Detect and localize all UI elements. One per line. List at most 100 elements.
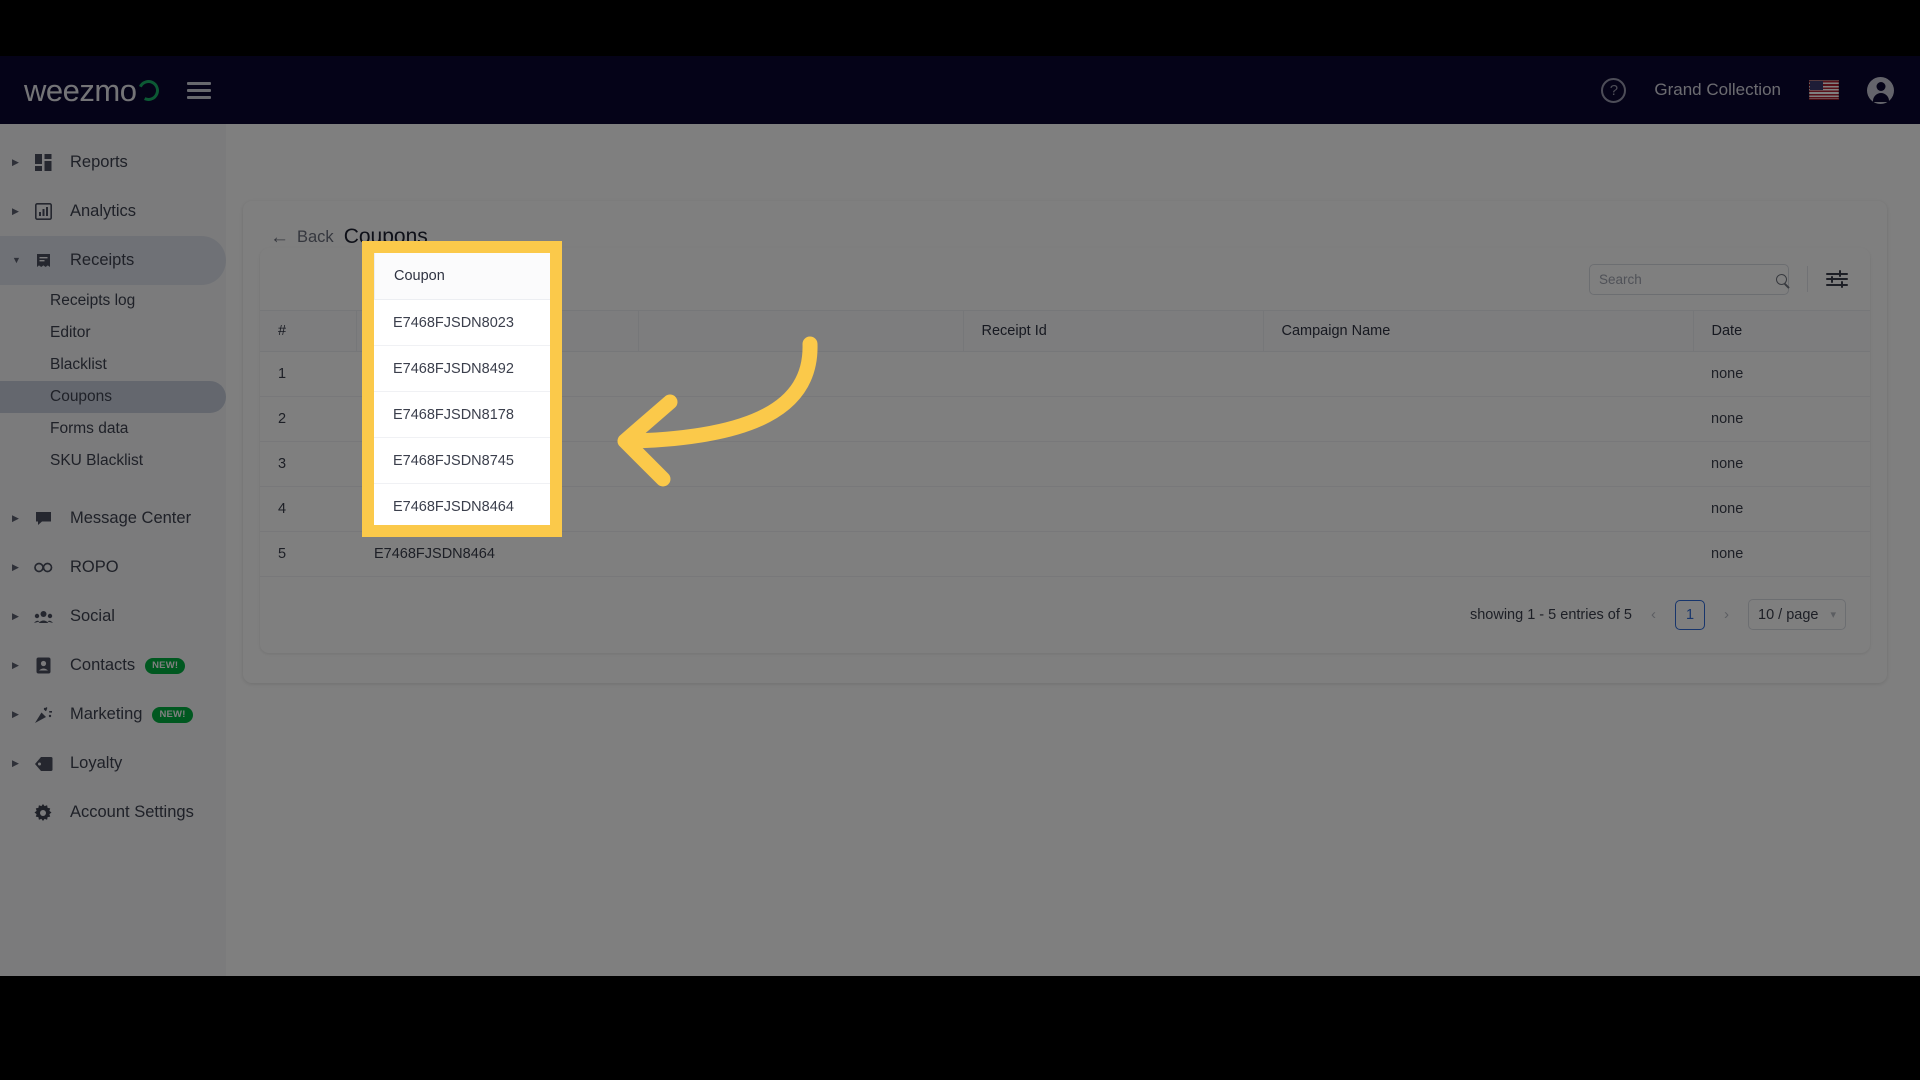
column-header-date[interactable]: Date [1692, 310, 1870, 352]
cell-campaign-name [1263, 486, 1693, 532]
spotlight-coupon-value: E7468FJSDN8464 [393, 499, 514, 515]
us-flag-icon[interactable] [1809, 80, 1839, 100]
help-circle-icon[interactable]: ? [1601, 77, 1627, 103]
cell-campaign-name [1263, 396, 1693, 442]
table-row[interactable]: 5 E7468FJSDN8464 none [260, 531, 1870, 577]
brand-logo-text: weezmo [24, 72, 137, 108]
gear-icon [30, 803, 56, 822]
sidebar-item-loyalty[interactable]: ▶ Loyalty [0, 739, 226, 788]
pagination-next-button[interactable]: › [1722, 606, 1731, 623]
sidebar-item-message-center[interactable]: ▶ Message Center [0, 494, 226, 543]
chevron-right-icon: ▶ [12, 206, 19, 216]
sidebar-subitem-label: Receipts log [50, 292, 136, 309]
arrow-left-icon: ← [270, 227, 289, 248]
sidebar-item-label: Analytics [70, 202, 137, 220]
app-header: weezmo ? Grand Collection [0, 56, 1920, 124]
sidebar-item-label: Contacts [70, 656, 136, 674]
sidebar-subitem-blacklist[interactable]: Blacklist [0, 349, 226, 381]
column-header-index[interactable]: # [260, 310, 356, 352]
search-icon[interactable] [1776, 273, 1787, 285]
spotlight-coupon-value: E7468FJSDN8492 [374, 346, 550, 392]
sidebar-item-analytics[interactable]: ▶ Analytics [0, 187, 226, 236]
new-badge: NEW! [145, 657, 186, 674]
sidebar-subitem-label: Coupons [50, 388, 113, 405]
sidebar-item-label: Receipts [70, 251, 135, 269]
sidebar-item-reports[interactable]: ▶ Reports [0, 138, 226, 187]
chevron-right-icon: ▶ [12, 660, 19, 670]
sidebar-item-label: Account Settings [70, 803, 194, 821]
per-page-label: 10 / page [1758, 606, 1819, 623]
hamburger-icon[interactable] [187, 78, 212, 103]
sidebar-item-label: Message Center [70, 509, 192, 527]
cell-campaign-name [1263, 441, 1693, 487]
cell-receipt-id [963, 351, 1263, 397]
sidebar-subitem-label: SKU Blacklist [50, 452, 144, 469]
chat-bubble-icon [30, 510, 56, 527]
sidebar-item-ropo[interactable]: ▶ ROPO [0, 543, 226, 592]
sidebar-item-receipts[interactable]: ▼ Receipts [0, 236, 226, 285]
account-name: Grand Collection [1654, 80, 1781, 99]
sidebar-item-contacts[interactable]: ▶ Contacts NEW! [0, 641, 226, 690]
spotlight-coupon-value: E7468FJSDN8023 [374, 300, 550, 346]
cell-blank [638, 531, 963, 577]
sidebar-item-account-settings[interactable]: Account Settings [0, 788, 226, 837]
sidebar-subitem-forms-data[interactable]: Forms data [0, 413, 226, 445]
cell-receipt-id [963, 531, 1263, 577]
pagination: showing 1 - 5 entries of 5 ‹ 1 › 10 / pa… [260, 577, 1870, 630]
sidebar-item-label: Marketing [70, 705, 143, 723]
cell-date: none [1693, 441, 1870, 487]
infinity-icon [30, 561, 56, 574]
sidebar-item-social[interactable]: ▶ Social [0, 592, 226, 641]
cell-index: 2 [260, 396, 356, 442]
cell-index: 4 [260, 486, 356, 532]
search-input[interactable] [1599, 271, 1776, 287]
new-badge: NEW! [152, 706, 193, 723]
filter-bar [1826, 281, 1848, 288]
cell-blank [638, 396, 963, 442]
hamburger-bar [187, 81, 212, 85]
sidebar-subitem-sku-blacklist[interactable]: SKU Blacklist [0, 445, 226, 477]
cell-campaign-name [1263, 531, 1693, 577]
sidebar-item-label: ROPO [70, 558, 119, 576]
cell-receipt-id [963, 396, 1263, 442]
hamburger-bar [187, 95, 212, 99]
back-button-label: Back [297, 228, 334, 246]
back-button[interactable]: ← Back [270, 228, 334, 247]
sidebar-subitem-label: Blacklist [50, 356, 107, 373]
sidebar-subitem-editor[interactable]: Editor [0, 317, 226, 349]
sidebar: ▶ Reports ▶ Analytics ▼ Receipts Receipt… [0, 124, 226, 976]
cell-receipt-id [963, 441, 1263, 487]
sidebar-item-label: Loyalty [70, 754, 123, 772]
cell-index: 3 [260, 441, 356, 487]
account-circle-icon[interactable] [1867, 76, 1894, 104]
highlight-box-coupon-column: Coupon E7468FJSDN8023 E7468FJSDN8492 E74… [362, 241, 562, 537]
chevron-right-icon: ▶ [12, 709, 19, 719]
sliders-filter-icon[interactable] [1826, 269, 1848, 289]
column-header-campaign-name[interactable]: Campaign Name [1262, 310, 1693, 352]
cell-blank [638, 351, 963, 397]
spotlight-column-header: Coupon [374, 253, 550, 300]
chevron-right-icon: ▶ [12, 513, 19, 523]
sidebar-item-marketing[interactable]: ▶ Marketing NEW! [0, 690, 226, 739]
cell-blank [638, 441, 963, 487]
cell-index: 1 [260, 351, 356, 397]
per-page-select[interactable]: 10 / page ▾ [1748, 599, 1846, 630]
brand-logo[interactable]: weezmo [24, 72, 163, 108]
sidebar-subitem-receipts-log[interactable]: Receipts log [0, 285, 226, 317]
cell-index: 5 [260, 531, 356, 577]
column-header-receipt-id[interactable]: Receipt Id [962, 310, 1263, 352]
sidebar-subitem-label: Forms data [50, 420, 129, 437]
pagination-prev-button[interactable]: ‹ [1649, 606, 1658, 623]
screenshot-stage: weezmo ? Grand Collection ▶ Reports ▶ An… [0, 0, 1920, 1080]
column-header-blank[interactable] [637, 310, 963, 352]
cell-coupon: E7468FJSDN8464 [356, 531, 638, 577]
receipt-icon [30, 252, 56, 269]
filter-bar [1826, 270, 1848, 277]
header-actions: ? Grand Collection [1601, 76, 1894, 104]
pagination-page-1[interactable]: 1 [1675, 599, 1705, 630]
sidebar-item-label: Reports [70, 153, 128, 171]
sidebar-subitem-coupons[interactable]: Coupons [0, 381, 226, 413]
cell-date: none [1693, 486, 1870, 532]
search-box[interactable] [1589, 263, 1789, 295]
